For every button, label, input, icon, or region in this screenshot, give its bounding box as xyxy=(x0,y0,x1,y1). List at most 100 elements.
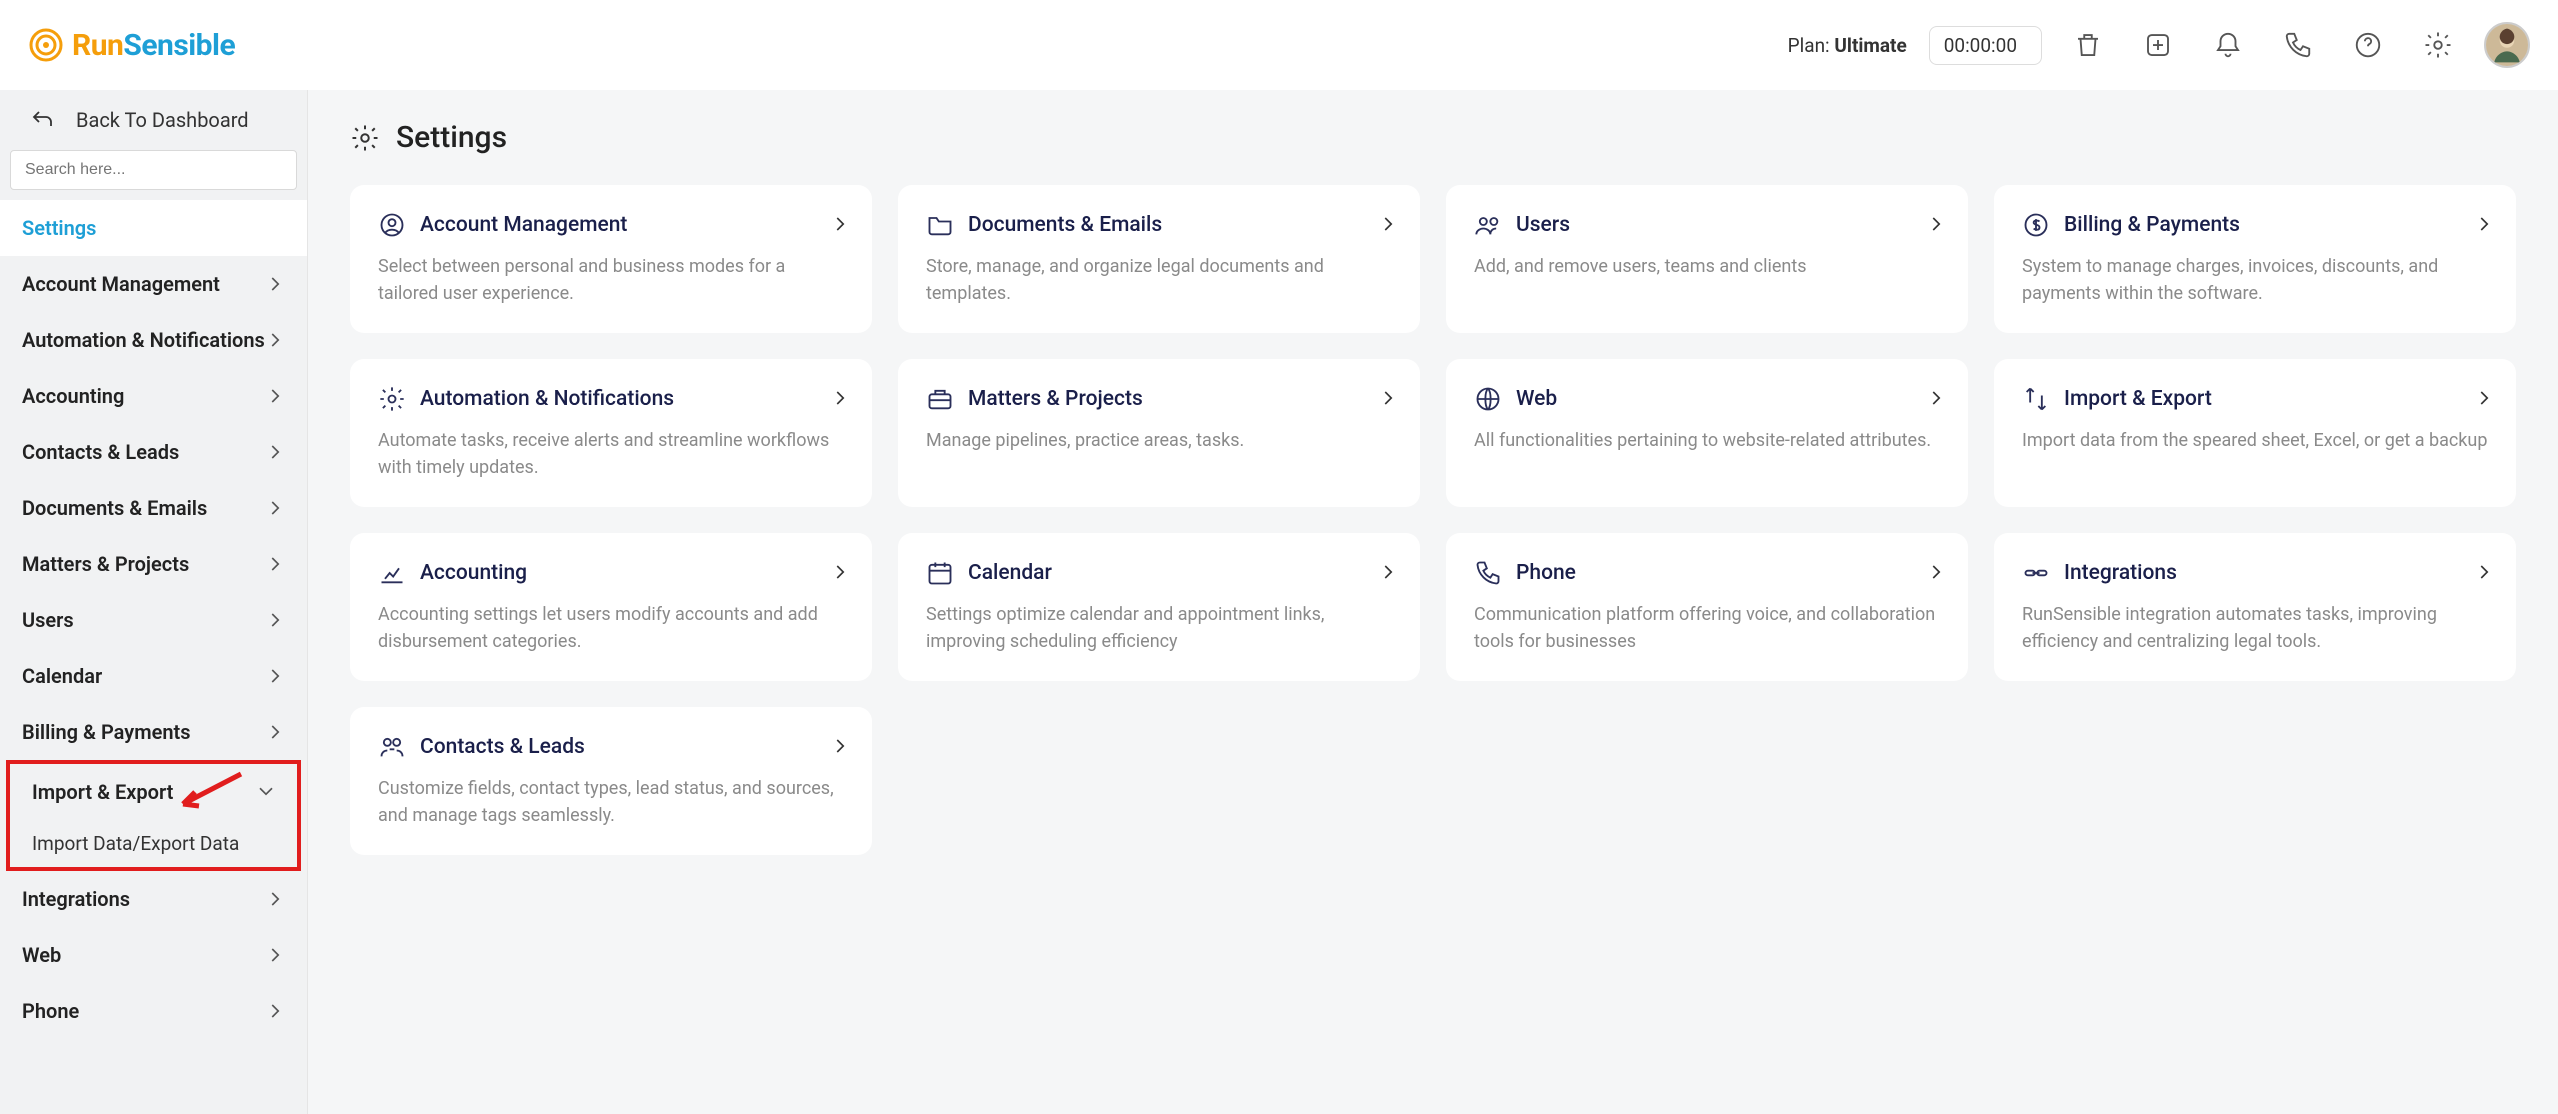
chevron-right-icon xyxy=(1380,215,1398,233)
settings-card-contacts-leads[interactable]: Contacts & Leads Customize fields, conta… xyxy=(350,707,872,855)
globe-icon xyxy=(1474,385,1502,413)
card-title: Accounting xyxy=(420,561,527,585)
sidebar-item-label: Settings xyxy=(22,216,96,240)
settings-card-accounting[interactable]: Accounting Accounting settings let users… xyxy=(350,533,872,681)
add-button[interactable] xyxy=(2134,21,2182,69)
gear-icon xyxy=(350,123,380,153)
logo[interactable]: RunSensible xyxy=(28,27,235,63)
user-circle-icon xyxy=(378,211,406,239)
sidebar-item-matters-projects[interactable]: Matters & Projects xyxy=(0,536,307,592)
sidebar-item-billing-payments[interactable]: Billing & Payments xyxy=(0,704,307,760)
chevron-right-icon xyxy=(267,946,285,964)
chevron-right-icon xyxy=(1928,563,1946,581)
chevron-right-icon xyxy=(832,389,850,407)
sidebar-search-wrap xyxy=(0,150,307,200)
settings-card-matters-projects[interactable]: Matters & Projects Manage pipelines, pra… xyxy=(898,359,1420,507)
calendar-icon xyxy=(926,559,954,587)
chevron-right-icon xyxy=(267,667,285,685)
sidebar-item-account-management[interactable]: Account Management xyxy=(0,256,307,312)
avatar[interactable] xyxy=(2484,22,2530,68)
gear-icon xyxy=(2423,30,2453,60)
settings-card-web[interactable]: Web All functionalities pertaining to we… xyxy=(1446,359,1968,507)
chevron-right-icon xyxy=(1380,563,1398,581)
card-title: Account Management xyxy=(420,213,627,237)
sidebar-item-label: Billing & Payments xyxy=(22,720,191,744)
chevron-down-icon xyxy=(257,783,275,801)
card-head: Matters & Projects xyxy=(926,385,1392,413)
folder-icon xyxy=(926,211,954,239)
call-button[interactable] xyxy=(2274,21,2322,69)
card-head: Phone xyxy=(1474,559,1940,587)
chevron-right-icon xyxy=(267,1002,285,1020)
timer[interactable]: 00:00:00 xyxy=(1929,26,2042,65)
sidebar-item-label: Integrations xyxy=(22,887,130,911)
card-head: Web xyxy=(1474,385,1940,413)
plus-square-icon xyxy=(2143,30,2173,60)
card-title: Phone xyxy=(1516,561,1576,585)
settings-card-account-management[interactable]: Account Management Select between person… xyxy=(350,185,872,333)
sidebar-item-label: Users xyxy=(22,608,74,632)
page-title-row: Settings xyxy=(350,120,2516,155)
logo-text: RunSensible xyxy=(72,28,235,63)
link-icon xyxy=(2022,559,2050,587)
sidebar-item-label: Account Management xyxy=(22,272,220,296)
sidebar-item-settings[interactable]: Settings xyxy=(0,200,307,256)
settings-card-calendar[interactable]: Calendar Settings optimize calendar and … xyxy=(898,533,1420,681)
card-title: Automation & Notifications xyxy=(420,387,674,411)
settings-card-users[interactable]: Users Add, and remove users, teams and c… xyxy=(1446,185,1968,333)
trash-button[interactable] xyxy=(2064,21,2112,69)
phone-icon xyxy=(1474,559,1502,587)
phone-icon xyxy=(2283,30,2313,60)
settings-card-automation-notifications[interactable]: Automation & Notifications Automate task… xyxy=(350,359,872,507)
chevron-right-icon xyxy=(267,890,285,908)
settings-button[interactable] xyxy=(2414,21,2462,69)
trash-icon xyxy=(2073,30,2103,60)
header-right: Plan: Ultimate 00:00:00 xyxy=(1788,21,2530,69)
sidebar-item-contacts-leads[interactable]: Contacts & Leads xyxy=(0,424,307,480)
sidebar-item-automation-notifications[interactable]: Automation & Notifications xyxy=(0,312,307,368)
back-label: Back To Dashboard xyxy=(76,108,249,132)
card-title: Users xyxy=(1516,213,1570,237)
card-description: Settings optimize calendar and appointme… xyxy=(926,601,1392,655)
card-head: Contacts & Leads xyxy=(378,733,844,761)
bell-icon xyxy=(2213,30,2243,60)
settings-card-integrations[interactable]: Integrations RunSensible integration aut… xyxy=(1994,533,2516,681)
sidebar-item-import-export[interactable]: Import & Export xyxy=(10,764,297,820)
card-description: Manage pipelines, practice areas, tasks. xyxy=(926,427,1392,454)
card-description: System to manage charges, invoices, disc… xyxy=(2022,253,2488,307)
chevron-right-icon xyxy=(2476,389,2494,407)
chevron-right-icon xyxy=(832,563,850,581)
chevron-right-icon xyxy=(832,215,850,233)
sidebar-item-web[interactable]: Web xyxy=(0,927,307,983)
sidebar-item-documents-emails[interactable]: Documents & Emails xyxy=(0,480,307,536)
chevron-right-icon xyxy=(2476,563,2494,581)
card-head: Users xyxy=(1474,211,1940,239)
card-description: Import data from the speared sheet, Exce… xyxy=(2022,427,2488,454)
card-head: Accounting xyxy=(378,559,844,587)
settings-card-billing-payments[interactable]: Billing & Payments System to manage char… xyxy=(1994,185,2516,333)
chevron-right-icon xyxy=(267,331,285,349)
settings-card-documents-emails[interactable]: Documents & Emails Store, manage, and or… xyxy=(898,185,1420,333)
sidebar-item-label: Import & Export xyxy=(32,780,173,804)
sidebar-item-users[interactable]: Users xyxy=(0,592,307,648)
card-description: Customize fields, contact types, lead st… xyxy=(378,775,844,829)
settings-card-import-export[interactable]: Import & Export Import data from the spe… xyxy=(1994,359,2516,507)
chevron-right-icon xyxy=(267,723,285,741)
settings-card-phone[interactable]: Phone Communication platform offering vo… xyxy=(1446,533,1968,681)
sidebar-item-accounting[interactable]: Accounting xyxy=(0,368,307,424)
sidebar-item-phone[interactable]: Phone xyxy=(0,983,307,1039)
chart-icon xyxy=(378,559,406,587)
back-to-dashboard[interactable]: Back To Dashboard xyxy=(0,90,307,150)
sidebar-item-integrations[interactable]: Integrations xyxy=(0,871,307,927)
dollar-icon xyxy=(2022,211,2050,239)
help-button[interactable] xyxy=(2344,21,2392,69)
notifications-button[interactable] xyxy=(2204,21,2252,69)
annotation-highlight-box: Import & Export Import Data/Export Data xyxy=(6,760,301,871)
sidebar-item-calendar[interactable]: Calendar xyxy=(0,648,307,704)
search-input[interactable] xyxy=(10,150,297,190)
chevron-right-icon xyxy=(832,737,850,755)
sidebar-subitem-import-export-data[interactable]: Import Data/Export Data xyxy=(10,820,297,867)
chevron-right-icon xyxy=(267,387,285,405)
card-title: Integrations xyxy=(2064,561,2177,585)
card-title: Web xyxy=(1516,387,1557,411)
